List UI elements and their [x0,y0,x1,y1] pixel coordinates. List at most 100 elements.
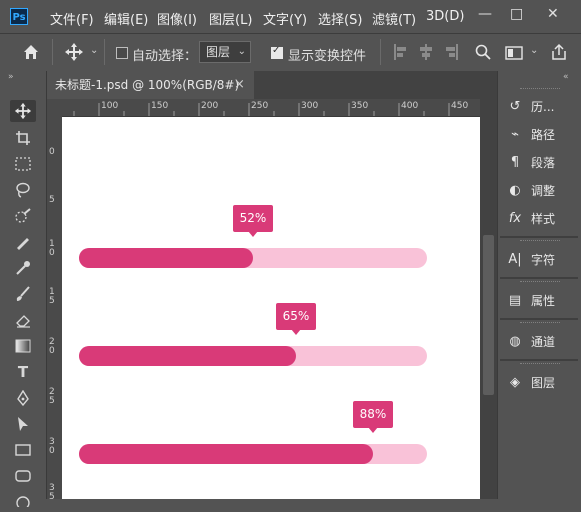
panel-label: 历... [531,99,555,114]
collapse-icon[interactable]: » [8,72,14,82]
chevron-down-icon[interactable]: ⌄ [90,45,98,56]
type-tool-icon[interactable]: T [10,361,36,383]
progress-fill [79,444,373,464]
progress-label-bubble: 52% [233,205,273,237]
menu-filter[interactable]: 滤镜(T) [372,9,416,28]
panel-styles[interactable]: fx 样式 [505,205,555,231]
progress-label-bubble: 88% [353,401,393,433]
chevron-down-icon: ⌄ [237,46,246,57]
chevron-down-icon[interactable]: ⌄ [530,45,538,56]
ruler-label: 2 0 [49,337,55,356]
menu-image[interactable]: 图像(I) [157,9,197,28]
panel-divider [500,359,578,361]
ruler-label: 400 [401,101,419,111]
search-icon[interactable] [475,44,491,60]
home-icon[interactable] [22,43,40,61]
ruler-label: 0 [49,147,55,157]
panel-label: 样式 [531,211,556,226]
menu-select[interactable]: 选择(S) [318,9,362,28]
layer-select-value: 图层 [206,45,231,59]
show-transform-label: 显示变换控件 [288,49,367,64]
workspace-icon[interactable] [505,45,523,60]
share-icon[interactable] [551,43,567,61]
panel-grip[interactable] [520,281,560,285]
ruler-label: 5 [49,195,55,205]
ruler-label: 3 0 [49,437,55,456]
ruler-label: 3 5 [49,483,55,502]
collapse-icon[interactable]: « [563,72,569,82]
brush-tool-icon[interactable] [10,283,36,305]
menu-layer[interactable]: 图层(L) [209,9,252,28]
align-center-icon[interactable] [419,44,433,60]
rounded-rectangle-tool-icon[interactable] [10,465,36,487]
separator [104,39,105,65]
document-tab-title: 未标题-1.psd @ 100%(RGB/8#) [55,78,240,92]
panel-grip[interactable] [520,240,560,244]
panel-label: 调整 [531,183,556,198]
path-select-tool-icon[interactable] [10,413,36,435]
scrollbar-thumb[interactable] [483,235,494,395]
ellipse-tool-icon[interactable] [10,490,36,512]
rectangle-tool-icon[interactable] [10,439,36,461]
ruler-label: 2 5 [49,387,55,406]
paragraph-icon: ¶ [510,154,520,170]
panel-grip[interactable] [520,363,560,367]
panel-grip[interactable] [520,322,560,326]
auto-select-checkbox[interactable] [116,47,128,59]
panel-divider [500,277,578,279]
layer-select-dropdown[interactable]: 图层 ⌄ [199,41,251,63]
progress-label-bubble: 65% [276,303,316,335]
properties-icon: ▤ [508,292,522,308]
styles-icon: fx [508,210,522,226]
move-tool-icon[interactable] [64,42,84,62]
panel-channels[interactable]: ◍ 通道 [505,328,555,354]
align-right-icon[interactable] [445,44,459,60]
progress-fill [79,248,253,268]
ruler-label: 1 5 [49,287,55,306]
panel-properties[interactable]: ▤ 属性 [505,287,555,313]
marquee-tool-icon[interactable] [10,153,36,175]
brush-pen-tool-icon[interactable] [10,231,36,253]
panel-label: 图层 [531,375,556,390]
minimize-icon[interactable]: — [478,6,492,22]
panel-paragraph[interactable]: ¶ 段落 [505,149,555,175]
pen-tool-icon[interactable] [10,387,36,409]
menu-3d[interactable]: 3D(D) [426,9,464,24]
quick-select-tool-icon[interactable] [10,205,36,227]
adjustments-icon: ◐ [509,182,521,198]
lasso-tool-icon[interactable] [10,179,36,201]
panel-history[interactable]: ↺ 历... [505,93,555,119]
close-icon[interactable]: ✕ [547,6,559,22]
align-left-icon[interactable] [393,44,407,60]
menu-edit[interactable]: 编辑(E) [104,9,148,28]
document-tab[interactable]: 未标题-1.psd @ 100%(RGB/8#) × [47,71,254,99]
artboard-tool-icon[interactable] [10,127,36,149]
panel-paths[interactable]: ⌁ 路径 [505,121,555,147]
character-icon: A| [508,251,522,267]
panel-label: 路径 [531,127,556,142]
maximize-icon[interactable]: □ [510,6,523,22]
panel-label: 字符 [531,252,556,267]
panel-character[interactable]: A| 字符 [505,246,555,272]
panel-adjustments[interactable]: ◐ 调整 [505,177,555,203]
vertical-ruler: 0 5 1 0 1 5 2 0 2 5 3 0 3 5 [47,116,63,502]
move-tool-icon[interactable] [10,100,36,122]
panel-divider [500,236,578,238]
eraser-tool-icon[interactable] [10,309,36,331]
close-tab-icon[interactable]: × [234,71,245,99]
panel-grip[interactable] [520,88,560,92]
panel-divider [500,318,578,320]
panel-label: 段落 [531,155,556,170]
eyedropper-tool-icon[interactable] [10,257,36,279]
ruler-label: 200 [201,101,219,111]
panel-label: 属性 [531,293,556,308]
menu-file[interactable]: 文件(F) [50,9,94,28]
show-transform-checkbox[interactable] [271,45,283,59]
paths-icon: ⌁ [511,126,519,142]
separator [380,39,381,65]
document-canvas[interactable] [62,117,480,499]
panel-layers[interactable]: ◈ 图层 [505,369,555,395]
horizontal-ruler: 100 150 200 250 300 350 400 450 [47,99,480,117]
gradient-tool-icon[interactable] [10,335,36,357]
menu-type[interactable]: 文字(Y) [263,9,307,28]
